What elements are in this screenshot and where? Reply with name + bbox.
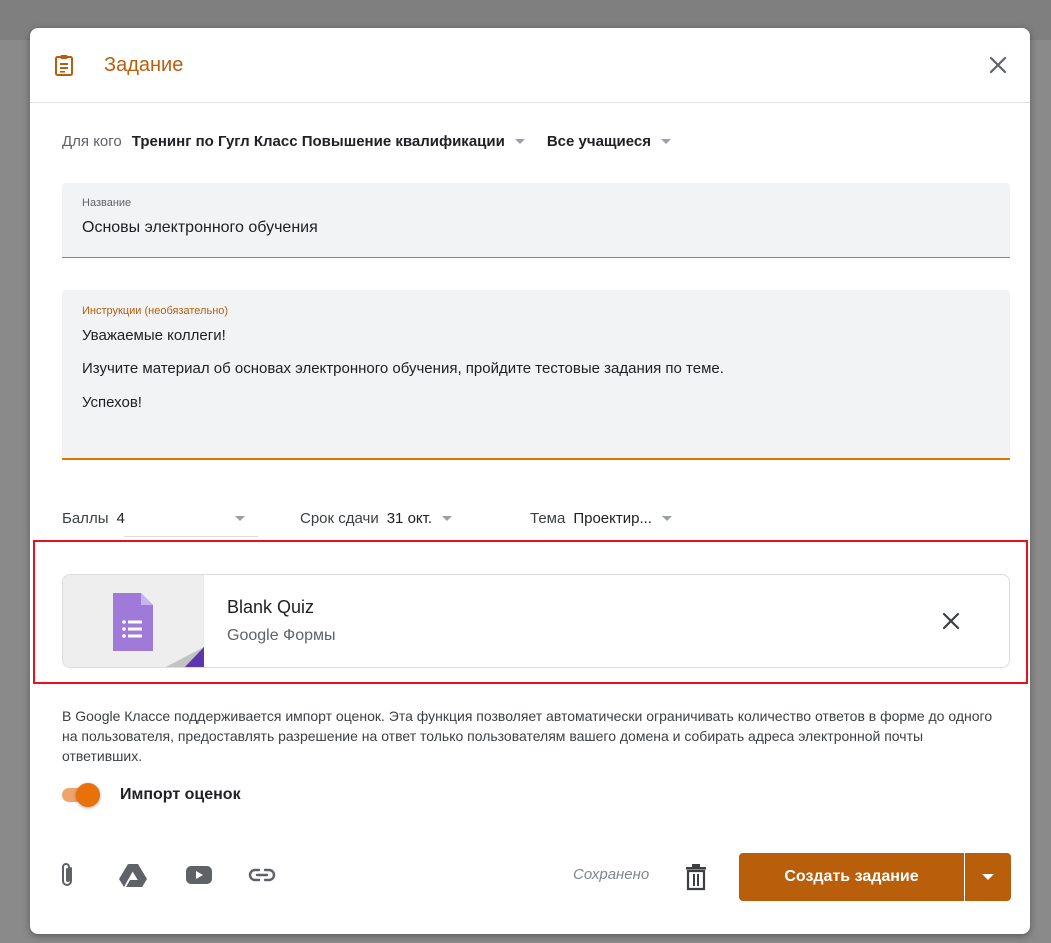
class-select[interactable]: Тренинг по Гугл Класс Повышение квалифик… [132, 133, 505, 150]
points-label: Баллы [62, 509, 109, 527]
attachment-thumbnail [63, 575, 204, 667]
chevron-down-icon[interactable] [661, 139, 672, 144]
title-field-value[interactable]: Основы электронного обучения [82, 219, 318, 237]
due-value[interactable]: 31 окт. [387, 510, 432, 527]
import-grades-note: В Google Классе поддерживается импорт оц… [62, 708, 993, 764]
instructions-line[interactable]: Успехов! [82, 394, 142, 411]
points-value[interactable]: 4 [116, 510, 124, 527]
chevron-down-icon[interactable] [661, 515, 672, 521]
create-assignment-button[interactable]: Создать задание [739, 853, 964, 901]
google-forms-icon [113, 593, 204, 667]
chevron-down-icon[interactable] [982, 874, 994, 880]
topic-select[interactable]: Тема Проектир... [530, 506, 672, 530]
instructions-line[interactable]: Уважаемые коллеги! [82, 327, 226, 344]
assignment-dialog: Задание Для кого Тренинг по Гугл Класс П… [30, 28, 1030, 934]
import-grades-toggle[interactable] [62, 783, 100, 807]
dialog-title: Задание [104, 53, 184, 76]
audience-row: Для кого Тренинг по Гугл Класс Повышение… [62, 133, 672, 150]
close-icon[interactable] [984, 51, 1012, 79]
students-select[interactable]: Все учащиеся [547, 133, 651, 150]
dialog-header: Задание [30, 28, 1030, 103]
attachment-type: Google Формы [227, 627, 336, 644]
title-field[interactable]: Название Основы электронного обучения [62, 183, 1010, 258]
trash-icon[interactable] [684, 863, 712, 891]
chevron-down-icon[interactable] [234, 515, 245, 521]
attachment-title[interactable]: Blank Quiz [227, 597, 314, 618]
google-drive-icon[interactable] [118, 860, 148, 890]
audience-label: Для кого [62, 133, 122, 150]
points-select[interactable]: Баллы 4 [62, 506, 245, 530]
create-options-dropdown[interactable] [965, 853, 1011, 901]
assignment-icon [52, 53, 76, 77]
toggle-knob[interactable] [76, 783, 100, 807]
instructions-field[interactable]: Инструкции (необязательно) Уважаемые кол… [62, 290, 1010, 460]
title-field-label: Название [82, 197, 132, 209]
due-label: Срок сдачи [300, 509, 379, 527]
remove-attachment-icon[interactable] [939, 609, 963, 633]
topic-label: Тема [530, 509, 566, 527]
chevron-down-icon[interactable] [442, 515, 453, 521]
instructions-field-label: Инструкции (необязательно) [82, 305, 229, 317]
attach-file-icon[interactable] [52, 860, 82, 890]
attachment-card[interactable]: Blank Quiz Google Формы [62, 574, 1010, 668]
assignment-meta-row: Баллы 4 Срок сдачи 31 окт. Тема Проектир… [62, 506, 1010, 538]
instructions-line[interactable]: Изучите материал об основах электронного… [82, 360, 724, 377]
saved-status: Сохранено [573, 866, 650, 883]
due-date-select[interactable]: Срок сдачи 31 окт. [300, 506, 453, 530]
topic-value[interactable]: Проектир... [573, 510, 652, 527]
link-icon[interactable] [247, 860, 277, 890]
chevron-down-icon[interactable] [514, 139, 525, 144]
import-grades-toggle-row: Импорт оценок [62, 783, 241, 807]
youtube-icon[interactable] [184, 860, 214, 890]
import-grades-label: Импорт оценок [120, 786, 241, 803]
points-underline [124, 536, 258, 537]
